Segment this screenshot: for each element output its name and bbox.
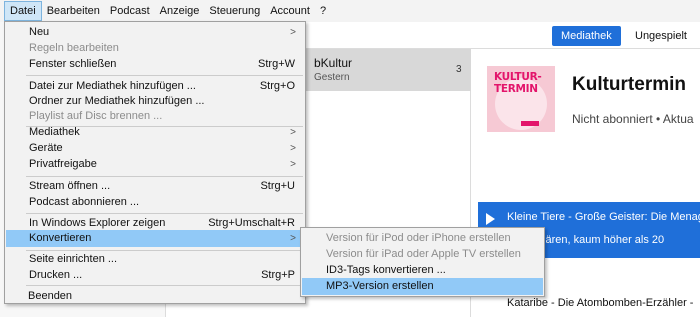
menu-item-neu[interactable]: Neu > xyxy=(6,24,304,41)
menu-item-konvertieren[interactable]: Konvertieren > xyxy=(6,230,304,247)
podcast-list-item-date: Gestern xyxy=(314,72,350,83)
menu-item-geraete[interactable]: Geräte > xyxy=(6,140,304,157)
menu-item-fenster-schliessen[interactable]: Fenster schließen Strg+W xyxy=(6,56,304,73)
chevron-right-icon: > xyxy=(290,127,296,138)
artwork-text-line2: TERMIN xyxy=(494,83,538,95)
convert-submenu: Version für iPod oder iPhone erstellen V… xyxy=(300,227,545,297)
menu-item-privatfreigabe[interactable]: Privatfreigabe > xyxy=(6,156,304,173)
menu-item-label: Konvertieren xyxy=(29,232,92,244)
menu-item-beenden[interactable]: Beenden xyxy=(5,288,303,305)
submenu-item-id3-tags[interactable]: ID3-Tags konvertieren ... xyxy=(302,262,543,279)
menu-item-label: Fenster schließen xyxy=(29,58,117,70)
menu-item-label: Playlist auf Disc brennen ... xyxy=(29,110,163,122)
menu-item-label: Stream öffnen ... xyxy=(29,180,111,192)
menu-item-label: Regeln bearbeiten xyxy=(29,42,119,54)
submenu-item-label: Version für iPod oder iPhone erstellen xyxy=(326,232,511,244)
podcast-list-item-count: 3 xyxy=(456,64,462,75)
podcast-artwork: KULTUR- TERMIN xyxy=(487,66,555,132)
menu-item-regeln-bearbeiten: Regeln bearbeiten xyxy=(6,40,304,57)
submenu-item-ipod-version: Version für iPod oder iPhone erstellen xyxy=(302,230,543,247)
podcast-subscription-status: Nicht abonniert • Aktua xyxy=(572,112,694,126)
menu-item-shortcut: Strg+W xyxy=(258,58,295,70)
menu-separator xyxy=(26,213,303,214)
podcast-list-item-name: bKultur xyxy=(314,56,353,70)
episode-title: Kleine Tiere - Große Geister: Die Menag xyxy=(507,211,700,223)
artwork-text-line1: KULTUR- xyxy=(494,71,542,83)
menu-item-label: Neu xyxy=(29,26,50,38)
chevron-right-icon: > xyxy=(290,27,296,38)
menu-item-drucken[interactable]: Drucken ... Strg+P xyxy=(6,267,304,284)
menu-anzeige[interactable]: Anzeige xyxy=(155,1,205,21)
submenu-item-ipad-version: Version für iPad oder Apple TV erstellen xyxy=(302,246,543,263)
menu-account[interactable]: Account xyxy=(265,1,315,21)
menu-item-stream-oeffnen[interactable]: Stream öffnen ... Strg+U xyxy=(6,178,304,195)
menu-item-label: Geräte xyxy=(29,142,63,154)
file-menu: Neu > Regeln bearbeiten Fenster schließe… xyxy=(4,21,306,304)
menu-bearbeiten[interactable]: Bearbeiten xyxy=(42,1,105,21)
menu-item-label: Privatfreigabe xyxy=(29,158,97,170)
menu-help[interactable]: ? xyxy=(315,1,331,21)
menu-item-seite-einrichten[interactable]: Seite einrichten ... xyxy=(6,251,304,268)
chevron-right-icon: > xyxy=(290,233,296,244)
submenu-item-label: ID3-Tags konvertieren ... xyxy=(326,264,446,276)
menu-item-podcast-abonnieren[interactable]: Podcast abonnieren ... xyxy=(6,194,304,211)
menu-item-shortcut: Strg+U xyxy=(260,180,295,192)
submenu-item-label: MP3-Version erstellen xyxy=(326,280,434,292)
menu-item-label: Drucken ... xyxy=(29,269,83,281)
menu-podcast[interactable]: Podcast xyxy=(105,1,155,21)
chevron-right-icon: > xyxy=(290,143,296,154)
menu-item-mediathek[interactable]: Mediathek > xyxy=(6,124,304,141)
menu-separator xyxy=(26,285,303,286)
menu-item-label: Mediathek xyxy=(29,126,80,138)
play-icon[interactable] xyxy=(486,213,495,225)
menu-item-label: Podcast abonnieren ... xyxy=(29,196,140,208)
menu-item-label: Beenden xyxy=(28,290,73,302)
menu-item-shortcut: Strg+P xyxy=(261,269,295,281)
menu-separator xyxy=(26,176,303,177)
submenu-item-label: Version für iPad oder Apple TV erstellen xyxy=(326,248,521,260)
chevron-right-icon: > xyxy=(290,159,296,170)
menu-item-label: Seite einrichten ... xyxy=(29,253,118,265)
episode-row-next[interactable]: Kataribe - Die Atombomben-Erzähler - xyxy=(507,297,693,309)
podcast-title: Kulturtermin xyxy=(572,74,686,95)
artwork-logo-badge xyxy=(521,121,539,126)
menu-item-playlist-brennen: Playlist auf Disc brennen ... xyxy=(6,108,304,125)
menu-separator xyxy=(26,75,303,76)
tab-library[interactable]: Mediathek xyxy=(552,26,621,46)
tab-unplayed[interactable]: Ungespielt xyxy=(626,26,696,46)
menu-datei[interactable]: Datei xyxy=(4,1,42,21)
submenu-item-mp3-version[interactable]: MP3-Version erstellen xyxy=(302,278,543,295)
menu-steuerung[interactable]: Steuerung xyxy=(204,1,265,21)
menu-bar: Datei Bearbeiten Podcast Anzeige Steueru… xyxy=(0,0,700,22)
